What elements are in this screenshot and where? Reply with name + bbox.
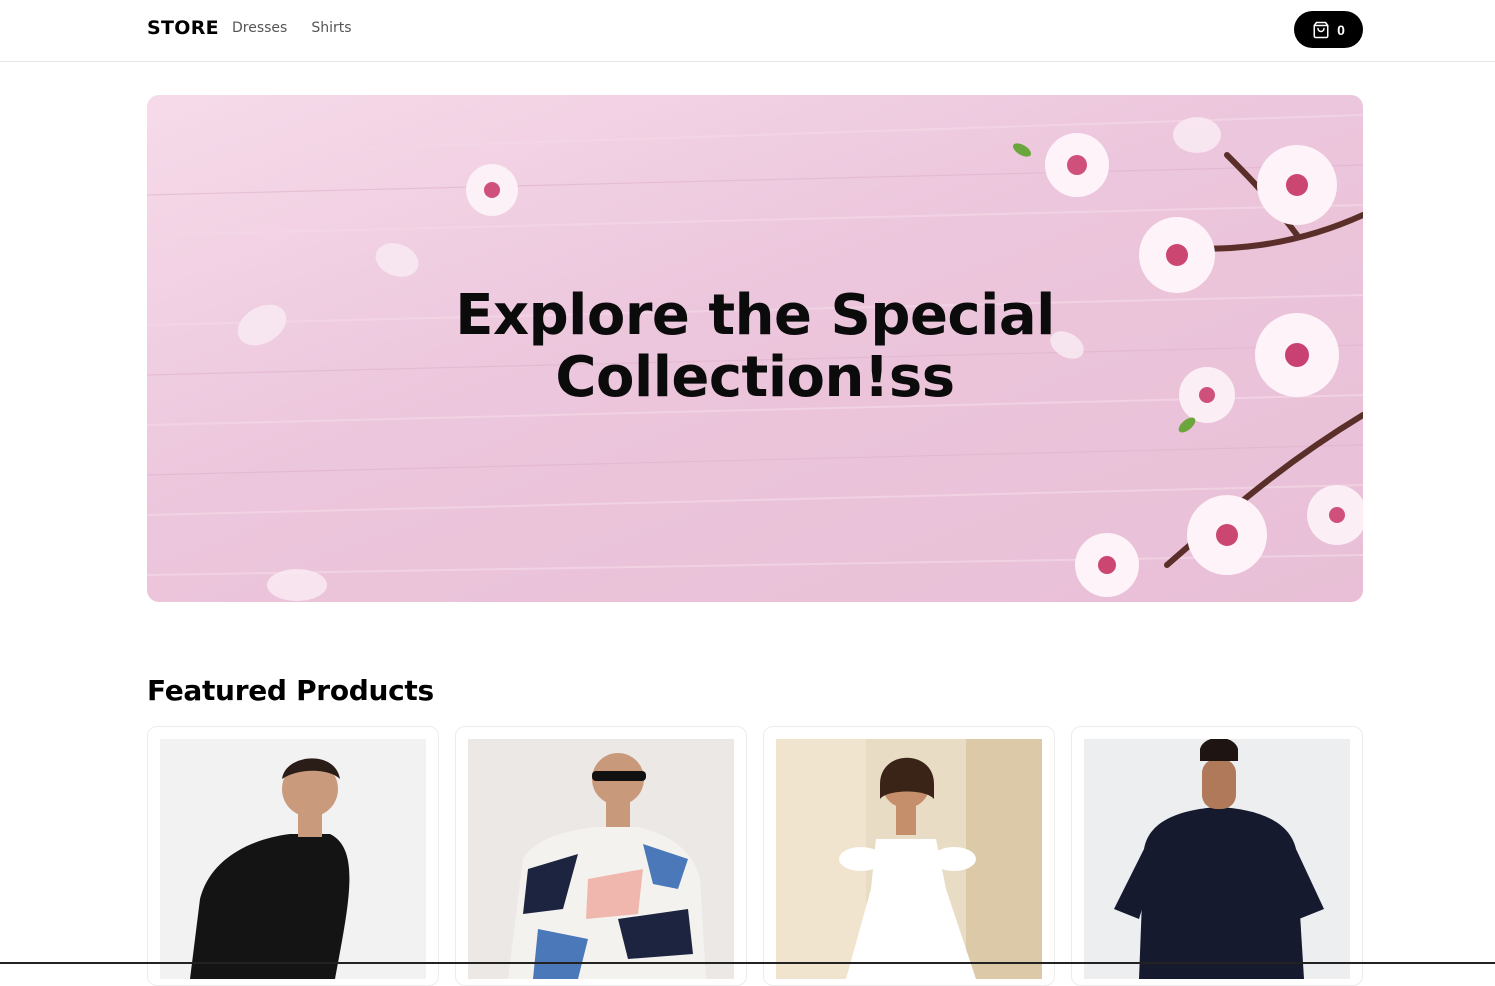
product-card[interactable] <box>147 726 439 986</box>
nav-link-shirts[interactable]: Shirts <box>311 20 351 36</box>
shopping-bag-icon <box>1312 21 1330 39</box>
hero-title-line-1: Explore the Special <box>455 283 1055 348</box>
hero-banner: Explore the Special Collection!ss <box>147 95 1363 602</box>
brand-logo[interactable]: STORE <box>147 17 219 39</box>
nav-link-dresses[interactable]: Dresses <box>232 20 287 36</box>
product-card[interactable] <box>763 726 1055 986</box>
product-image-man-navy-tshirt-back <box>1084 739 1350 979</box>
product-image-man-black-sweater <box>160 739 426 979</box>
product-card[interactable] <box>1071 726 1363 986</box>
hero-title: Explore the Special Collection!ss <box>147 285 1363 409</box>
product-image-woman-white-dress <box>776 739 1042 979</box>
cart-button[interactable]: 0 <box>1294 11 1363 48</box>
hero-title-line-2: Collection!ss <box>555 345 955 410</box>
top-navbar: STORE Dresses Shirts 0 <box>0 0 1495 62</box>
product-image-man-geometric-print-shirt <box>468 739 734 979</box>
cart-count: 0 <box>1337 21 1345 38</box>
product-card[interactable] <box>455 726 747 986</box>
featured-products-grid <box>147 726 1363 986</box>
main-nav: Dresses Shirts <box>232 20 352 36</box>
featured-products-heading: Featured Products <box>147 674 434 707</box>
